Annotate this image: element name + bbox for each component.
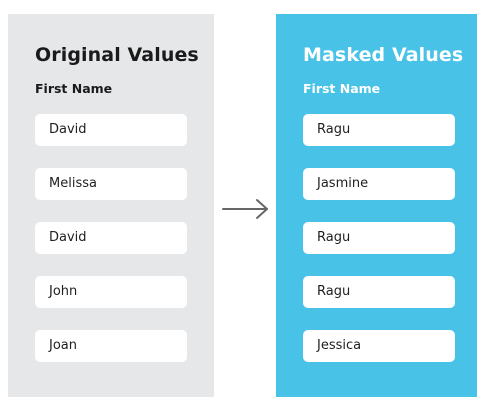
original-value-item: David (35, 222, 187, 254)
original-values-panel: Original Values First Name David Melissa… (8, 14, 214, 397)
original-values-list: David Melissa David John Joan (35, 114, 214, 362)
original-value-item: John (35, 276, 187, 308)
original-values-title: Original Values (35, 44, 199, 66)
original-field-label: First Name (35, 81, 113, 96)
masked-values-list: Ragu Jasmine Ragu Ragu Jessica (303, 114, 477, 362)
masked-values-panel: Masked Values First Name Ragu Jasmine Ra… (276, 14, 477, 397)
masked-value-item: Ragu (303, 114, 455, 146)
original-value-item: Melissa (35, 168, 187, 200)
masked-value-item: Jessica (303, 330, 455, 362)
masked-field-label: First Name (303, 81, 381, 96)
masked-value-item: Jasmine (303, 168, 455, 200)
arrow-right-icon (222, 199, 268, 219)
masked-values-title: Masked Values (303, 44, 464, 66)
masked-value-item: Ragu (303, 276, 455, 308)
masked-value-item: Ragu (303, 222, 455, 254)
original-value-item: David (35, 114, 187, 146)
masking-diagram: Original Values First Name David Melissa… (0, 0, 477, 397)
original-value-item: Joan (35, 330, 187, 362)
